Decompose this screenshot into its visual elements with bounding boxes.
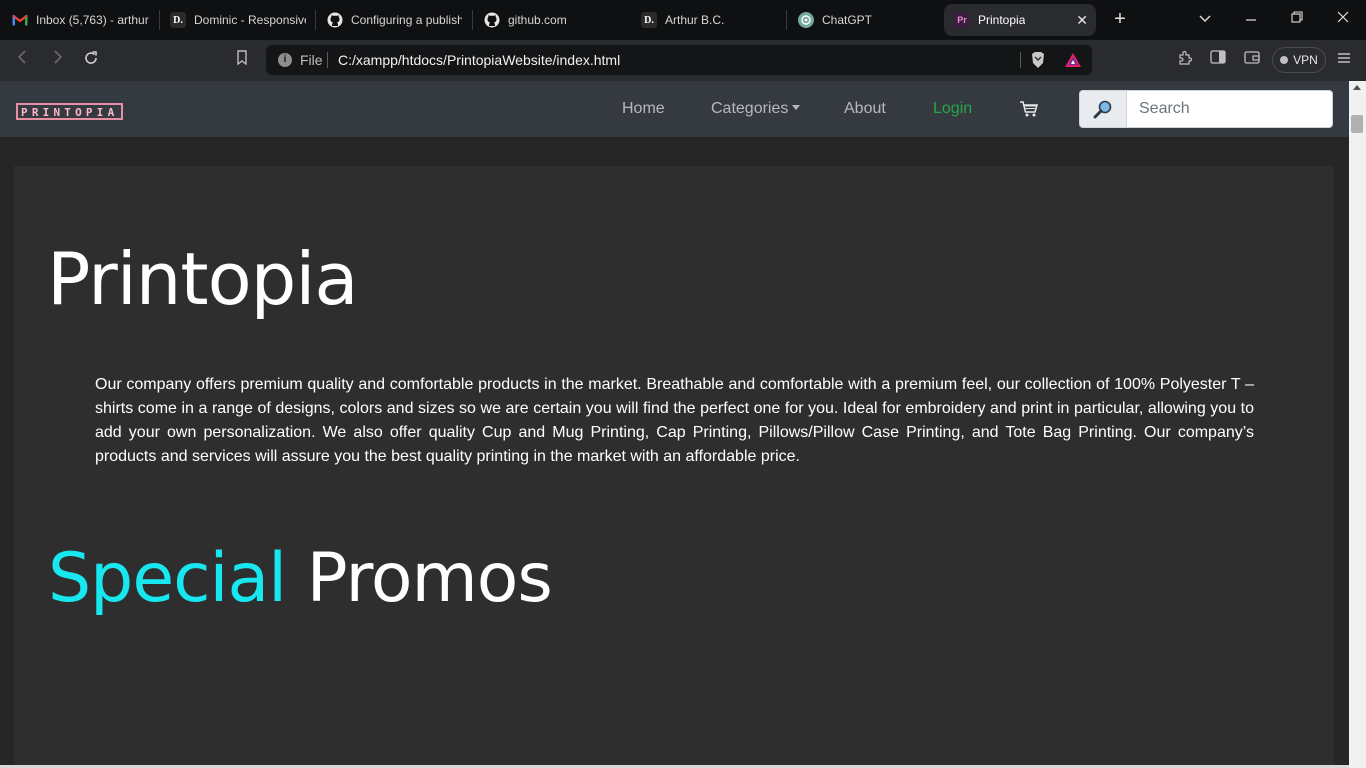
tab-configuring[interactable]: Configuring a publish bbox=[327, 4, 462, 36]
vpn-button[interactable]: VPN bbox=[1272, 47, 1326, 73]
page-scrollbar[interactable] bbox=[1349, 81, 1366, 768]
site-logo[interactable]: PRINTOPIA bbox=[16, 103, 124, 120]
github-icon bbox=[484, 12, 500, 28]
brave-rewards-icon[interactable] bbox=[1064, 52, 1082, 68]
url-divider bbox=[327, 52, 328, 68]
hero-title: Printopia bbox=[47, 237, 358, 321]
new-tab-button[interactable]: + bbox=[1108, 8, 1132, 32]
vpn-status-dot bbox=[1280, 56, 1289, 64]
chatgpt-icon bbox=[798, 12, 814, 28]
nav-login[interactable]: Login bbox=[933, 100, 972, 118]
tab-arthur[interactable]: D. Arthur B.C. bbox=[641, 4, 776, 36]
bookmark-icon[interactable] bbox=[231, 50, 253, 72]
tab-separator bbox=[315, 10, 316, 30]
url-divider bbox=[1020, 52, 1021, 68]
caret-down-icon bbox=[792, 105, 801, 110]
reload-icon[interactable] bbox=[80, 50, 102, 72]
restore-icon[interactable] bbox=[1287, 10, 1307, 26]
sidebar-icon[interactable] bbox=[1207, 50, 1229, 72]
extensions-icon[interactable] bbox=[1174, 50, 1196, 72]
browser-tab-strip: Inbox (5,763) - arthur D. Dominic - Resp… bbox=[0, 0, 1366, 40]
tab-gmail[interactable]: Inbox (5,763) - arthur bbox=[12, 4, 152, 36]
menu-icon[interactable] bbox=[1333, 50, 1355, 72]
nav-categories-label: Categories bbox=[711, 100, 789, 117]
close-tab-icon[interactable]: ✕ bbox=[1076, 12, 1088, 29]
tab-dominic[interactable]: D. Dominic - Responsive bbox=[170, 4, 306, 36]
gmail-icon bbox=[12, 12, 28, 28]
nav-about[interactable]: About bbox=[844, 100, 886, 118]
back-icon[interactable] bbox=[12, 50, 34, 72]
tab-chatgpt[interactable]: ChatGPT bbox=[798, 4, 933, 36]
close-window-icon[interactable] bbox=[1333, 10, 1353, 26]
site-navbar: PRINTOPIA Home Categories About Login bbox=[0, 81, 1349, 137]
d-dot-icon: D. bbox=[170, 12, 186, 28]
brave-shields-icon[interactable] bbox=[1030, 51, 1046, 69]
url-scheme-label: File bbox=[300, 52, 323, 68]
shopping-cart-icon[interactable] bbox=[1019, 100, 1039, 118]
page-viewport: PRINTOPIA Home Categories About Login Pr… bbox=[0, 81, 1349, 768]
minimize-icon[interactable] bbox=[1241, 10, 1261, 26]
tab-github[interactable]: github.com bbox=[484, 4, 619, 36]
wallet-icon[interactable] bbox=[1241, 50, 1263, 72]
search-icon bbox=[1093, 100, 1112, 119]
url-text[interactable]: C:/xampp/htdocs/PrintopiaWebsite/index.h… bbox=[338, 52, 620, 68]
hero-description: Our company offers premium quality and c… bbox=[95, 376, 1254, 465]
nav-home[interactable]: Home bbox=[622, 100, 665, 118]
nav-categories-dropdown[interactable]: Categories bbox=[711, 100, 801, 118]
tab-search-chevron-icon[interactable] bbox=[1195, 10, 1215, 26]
special-promos-heading: Special Promos bbox=[48, 536, 553, 622]
promos-heading-rest: Promos bbox=[306, 539, 553, 618]
d-dot-icon: D. bbox=[641, 12, 657, 28]
search-input[interactable] bbox=[1127, 90, 1333, 128]
vpn-label: VPN bbox=[1293, 53, 1318, 67]
promos-heading-highlight: Special bbox=[48, 539, 287, 618]
search-button[interactable] bbox=[1079, 90, 1127, 128]
scroll-up-arrow-icon[interactable] bbox=[1353, 85, 1361, 90]
tab-separator bbox=[786, 10, 787, 30]
forward-icon[interactable] bbox=[46, 50, 68, 72]
tab-separator bbox=[472, 10, 473, 30]
info-icon[interactable]: i bbox=[278, 53, 292, 67]
browser-toolbar: i File C:/xampp/htdocs/PrintopiaWebsite/… bbox=[0, 40, 1366, 81]
printopia-favicon: Pr bbox=[954, 12, 970, 28]
tab-separator bbox=[159, 10, 160, 30]
tab-printopia-active[interactable]: Pr Printopia ✕ bbox=[944, 4, 1096, 36]
address-bar[interactable]: i File C:/xampp/htdocs/PrintopiaWebsite/… bbox=[266, 45, 1092, 75]
github-icon bbox=[327, 12, 343, 28]
scrollbar-thumb[interactable] bbox=[1351, 115, 1363, 133]
